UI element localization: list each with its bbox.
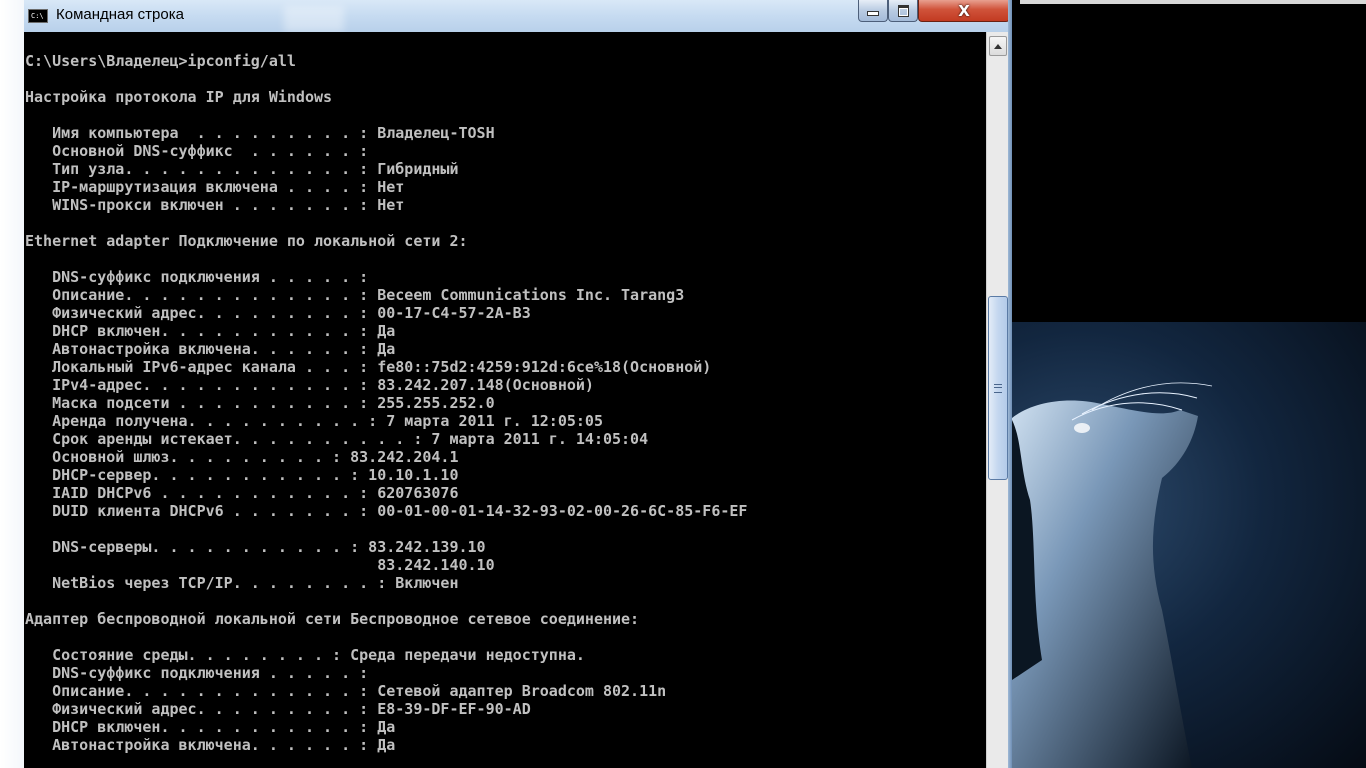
title-bar-sheen — [284, 6, 344, 32]
close-icon: X — [958, 1, 970, 20]
console-line: 83.242.140.10 — [25, 556, 495, 574]
grip-icon — [994, 383, 1002, 393]
console-line: Описание. . . . . . . . . . . . . : Bece… — [25, 286, 685, 304]
console-line: Физический адрес. . . . . . . . . : E8-3… — [25, 700, 531, 718]
minimize-button[interactable] — [858, 0, 888, 22]
console-line: DNS-серверы. . . . . . . . . . . : 83.24… — [25, 538, 486, 556]
console-line: Локальный IPv6-адрес канала . . . : fe80… — [25, 358, 712, 376]
cat-silhouette-icon — [1012, 382, 1213, 768]
console-output[interactable]: C:\Users\Владелец>ipconfig/all Настройка … — [24, 32, 986, 768]
console-line: DHCP включен. . . . . . . . . . . : Да — [25, 718, 396, 736]
console-line: Имя компьютера . . . . . . . . . : Владе… — [25, 124, 495, 142]
console-line: Описание. . . . . . . . . . . . . : Сете… — [25, 682, 667, 700]
window-title: Командная строка — [56, 6, 184, 23]
window-left-edge — [0, 0, 24, 768]
console-line: Основной шлюз. . . . . . . . . : 83.242.… — [25, 448, 459, 466]
console-line: C:\Users\Владелец>ipconfig/all — [25, 52, 296, 70]
console-line: DHCP включен. . . . . . . . . . . : Да — [25, 322, 396, 340]
vertical-scrollbar[interactable] — [986, 32, 1008, 768]
close-button[interactable]: X — [918, 0, 1010, 22]
console-lines: C:\Users\Владелец>ipconfig/all Настройка … — [25, 52, 747, 754]
console-line: Автонастройка включена. . . . . . : Да — [25, 340, 396, 358]
scroll-up-button[interactable] — [989, 36, 1007, 56]
restore-icon — [897, 4, 909, 17]
console-line: Автонастройка включена. . . . . . : Да — [25, 736, 396, 754]
console-line: Основной DNS-суффикс . . . . . . : — [25, 142, 369, 160]
restore-button[interactable] — [888, 0, 918, 22]
console-line: Ethernet adapter Подключение по локально… — [25, 232, 468, 250]
console-line: Маска подсети . . . . . . . . . . : 255.… — [25, 394, 495, 412]
console-line: Настройка протокола IP для Windows — [25, 88, 333, 106]
console-line: NetBios через TCP/IP. . . . . . . . : Вк… — [25, 574, 459, 592]
console-line: Аренда получена. . . . . . . . . . : 7 м… — [25, 412, 603, 430]
arrow-up-icon — [994, 43, 1002, 49]
desktop-wallpaper — [1012, 0, 1366, 768]
console-line: Срок аренды истекает. . . . . . . . . . … — [25, 430, 649, 448]
window-right-edge — [1008, 0, 1012, 768]
console-line: Физический адрес. . . . . . . . . : 00-1… — [25, 304, 531, 322]
console-line: DHCP-сервер. . . . . . . . . . . : 10.10… — [25, 466, 459, 484]
console-line: DNS-суффикс подключения . . . . . : — [25, 664, 369, 682]
console-line: DUID клиента DHCPv6 . . . . . . . : 00-0… — [25, 502, 748, 520]
console-line: Адаптер беспроводной локальной сети Бесп… — [25, 610, 640, 628]
cmd-icon[interactable]: C:\ — [28, 9, 48, 23]
console-line: IPv4-адрес. . . . . . . . . . . . : 83.2… — [25, 376, 594, 394]
console-line: Тип узла. . . . . . . . . . . . . : Гибр… — [25, 160, 459, 178]
console-line: IP-маршрутизация включена . . . . : Нет — [25, 178, 405, 196]
title-bar[interactable]: C:\ Командная строка X — [24, 0, 1012, 32]
scroll-thumb[interactable] — [988, 296, 1008, 480]
console-line: WINS-прокси включен . . . . . . . : Нет — [25, 196, 405, 214]
minimize-icon — [867, 11, 879, 16]
console-line: Состояние среды. . . . . . . . : Среда п… — [25, 646, 585, 664]
console-line: DNS-суффикс подключения . . . . . : — [25, 268, 369, 286]
command-prompt-window[interactable]: C:\ Командная строка X C:\Users\Владелец… — [0, 0, 1012, 768]
console-line: IAID DHCPv6 . . . . . . . . . . . : 6207… — [25, 484, 459, 502]
